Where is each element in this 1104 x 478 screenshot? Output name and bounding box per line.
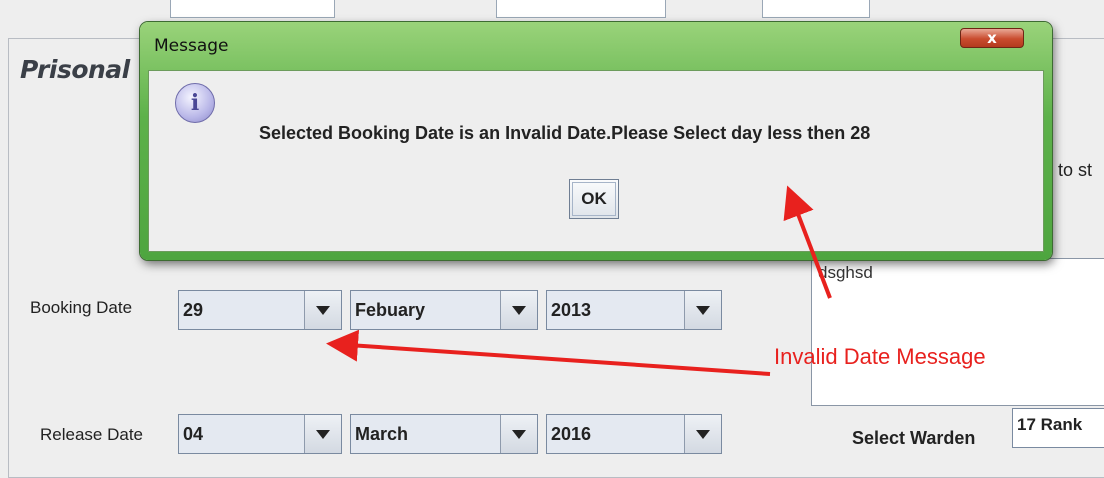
annotation-arrows (326, 185, 832, 376)
arrow-to-dialog (783, 185, 832, 299)
arrow-to-booking-date (326, 329, 771, 376)
